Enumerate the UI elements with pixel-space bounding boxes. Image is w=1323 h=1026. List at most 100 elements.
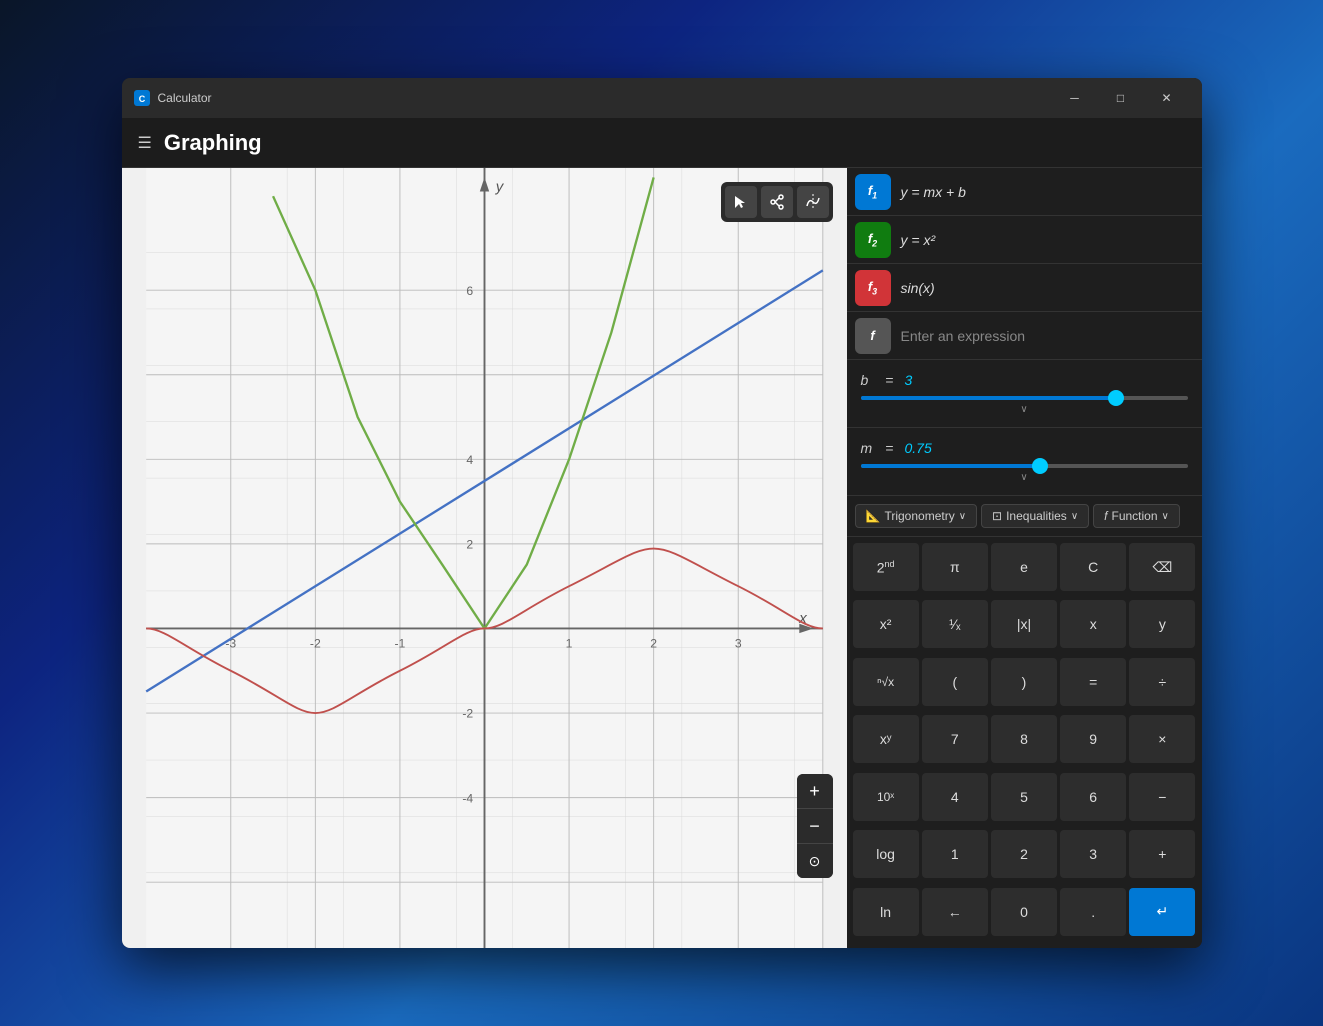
share-tool-button[interactable] [761,186,793,218]
svg-text:-1: -1 [394,636,405,650]
key-decimal[interactable]: . [1060,888,1126,936]
key-divide[interactable]: ÷ [1129,658,1195,706]
variable-m-label: m [861,440,875,456]
key-7[interactable]: 7 [922,715,988,763]
ineq-icon: ⊡ [992,509,1002,523]
slider-b-expand[interactable]: ∨ [861,404,1188,415]
function-badge-3: f3 [855,270,891,306]
svg-text:C: C [138,94,145,104]
key-pi[interactable]: π [922,543,988,591]
window-title: Calculator [158,91,1052,105]
key-x[interactable]: x [1060,600,1126,648]
zoom-in-button[interactable]: + [797,774,833,808]
key-0[interactable]: 0 [991,888,1057,936]
variable-m-section: m = 0.75 ∨ [847,428,1202,496]
zoom-reset-button[interactable]: ⊙ [797,844,833,878]
function-list: f1 y = mx + b f2 y = x² f3 sin(x) [847,168,1202,360]
func-label: Function [1111,509,1157,523]
function-badge-4: f [855,318,891,354]
graph-svg: y x -3 -2 -1 1 2 3 6 4 2 -2 -4 [122,168,847,948]
svg-text:y: y [494,178,504,195]
key-abs[interactable]: |x| [991,600,1057,648]
svg-text:-4: -4 [462,791,473,805]
key-enter[interactable]: ↵ [1129,888,1195,936]
function-item-3[interactable]: f3 sin(x) [847,264,1202,312]
function-expr-2: y = x² [901,232,936,248]
function-item-1[interactable]: f1 y = mx + b [847,168,1202,216]
trace-tool-button[interactable] [797,186,829,218]
close-button[interactable]: ✕ [1144,82,1190,114]
key-6[interactable]: 6 [1060,773,1126,821]
key-subtract[interactable]: − [1129,773,1195,821]
ineq-chevron: ∨ [1071,511,1078,522]
key-y[interactable]: y [1129,600,1195,648]
key-3[interactable]: 3 [1060,830,1126,878]
svg-text:2: 2 [466,538,473,552]
key-e[interactable]: e [991,543,1057,591]
zoom-out-button[interactable]: − [797,809,833,843]
minimize-button[interactable]: ─ [1052,82,1098,114]
variable-b-row: b = 3 [861,372,1188,388]
function-badge-1: f1 [855,174,891,210]
trig-label: Trigonometry [884,509,954,523]
key-8[interactable]: 8 [991,715,1057,763]
variable-m-row: m = 0.75 [861,440,1188,456]
inequalities-menu-button[interactable]: ⊡ Inequalities ∨ [981,504,1089,528]
function-placeholder-4: Enter an expression [901,328,1026,344]
menu-icon[interactable]: ☰ [138,133,152,153]
key-backspace[interactable]: ⌫ [1129,543,1195,591]
key-1[interactable]: 1 [922,830,988,878]
graph-area: y x -3 -2 -1 1 2 3 6 4 2 -2 -4 [122,168,847,948]
function-item-2[interactable]: f2 y = x² [847,216,1202,264]
app-header: ☰ Graphing [122,118,1202,168]
main-content: y x -3 -2 -1 1 2 3 6 4 2 -2 -4 [122,168,1202,948]
function-menu-button[interactable]: f Function ∨ [1093,504,1180,528]
select-tool-button[interactable] [725,186,757,218]
function-expr-3: sin(x) [901,280,935,296]
key-nth-root[interactable]: ⁿ√x [853,658,919,706]
variable-b-section: b = 3 ∨ [847,360,1202,428]
app-icon: C [134,90,150,106]
key-x-power-y[interactable]: xʸ [853,715,919,763]
key-reciprocal[interactable]: ¹⁄ₓ [922,600,988,648]
key-5[interactable]: 5 [991,773,1057,821]
svg-text:2: 2 [650,636,657,650]
func-chevron: ∨ [1162,511,1169,522]
key-ln[interactable]: ln [853,888,919,936]
key-left-arrow[interactable]: ← [922,888,988,936]
window-controls: ─ □ ✕ [1052,82,1190,114]
trigonometry-menu-button[interactable]: 📐 Trigonometry ∨ [855,504,978,528]
variable-m-value: 0.75 [905,440,945,456]
maximize-button[interactable]: □ [1098,82,1144,114]
keyboard-grid: 2nd π e C ⌫ x² ¹⁄ₓ |x| x y ⁿ√x ( ) = ÷ [847,537,1202,948]
slider-m-expand[interactable]: ∨ [861,472,1188,483]
key-clear[interactable]: C [1060,543,1126,591]
calculator-window: C Calculator ─ □ ✕ ☰ Graphing [122,78,1202,948]
key-log[interactable]: log [853,830,919,878]
variable-b-value: 3 [905,372,945,388]
key-2nd[interactable]: 2nd [853,543,919,591]
key-multiply[interactable]: × [1129,715,1195,763]
graph-toolbar [721,182,833,222]
keyboard-toolbar: 📐 Trigonometry ∨ ⊡ Inequalities ∨ f Func… [847,496,1202,537]
key-add[interactable]: + [1129,830,1195,878]
slider-b-thumb[interactable] [1108,390,1124,406]
slider-m-track [861,464,1188,468]
key-equals[interactable]: = [1060,658,1126,706]
variable-b-slider[interactable] [861,396,1188,400]
key-x-squared[interactable]: x² [853,600,919,648]
variable-m-eq: = [883,440,897,456]
function-item-4[interactable]: f Enter an expression [847,312,1202,360]
slider-b-fill [861,396,1116,400]
key-10-power-x[interactable]: 10ˣ [853,773,919,821]
key-2[interactable]: 2 [991,830,1057,878]
titlebar: C Calculator ─ □ ✕ [122,78,1202,118]
key-9[interactable]: 9 [1060,715,1126,763]
key-open-paren[interactable]: ( [922,658,988,706]
function-expr-1: y = mx + b [901,184,966,200]
key-4[interactable]: 4 [922,773,988,821]
svg-text:-2: -2 [309,636,320,650]
key-close-paren[interactable]: ) [991,658,1057,706]
variable-m-slider[interactable] [861,464,1188,468]
slider-m-thumb[interactable] [1032,458,1048,474]
